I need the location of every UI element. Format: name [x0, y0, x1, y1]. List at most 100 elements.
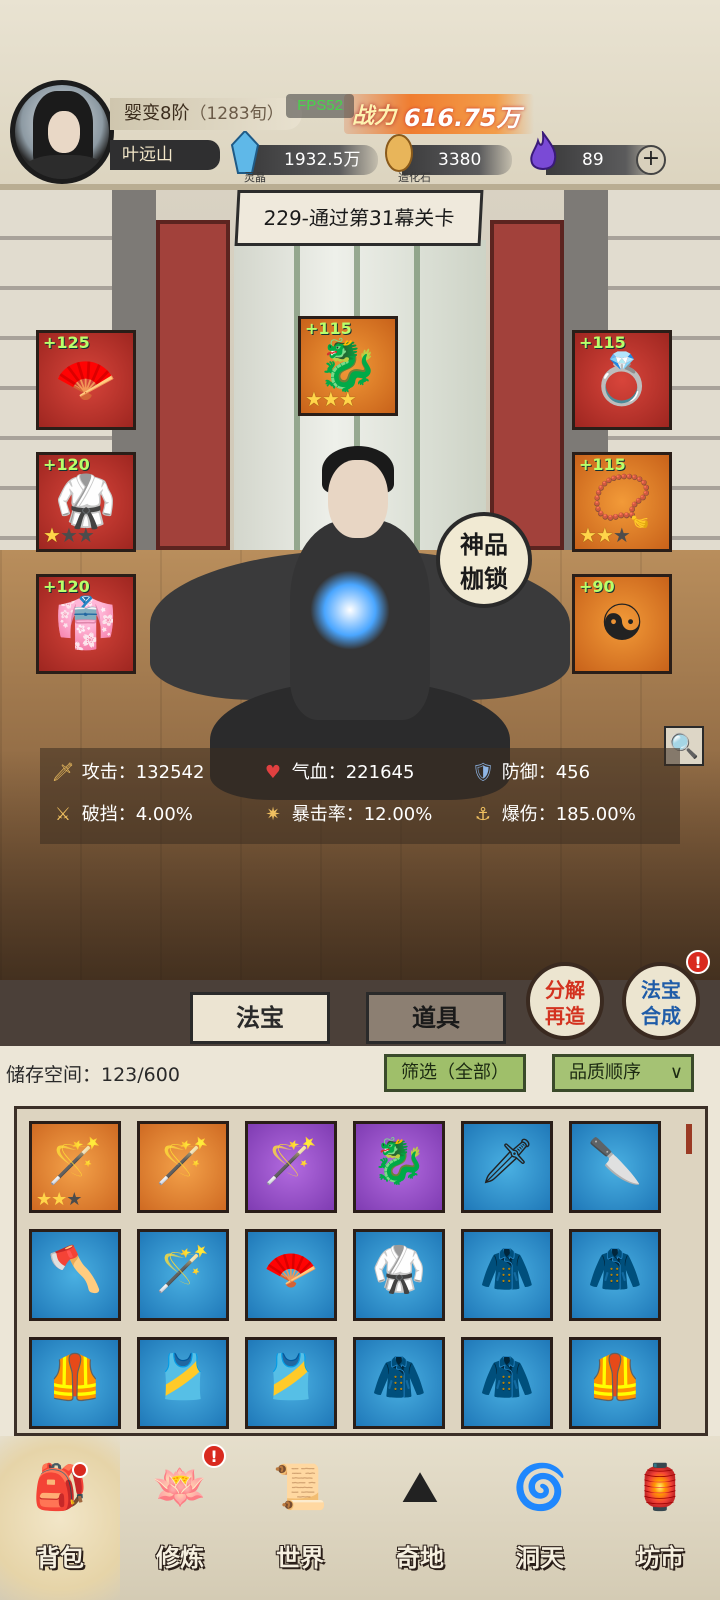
inventory-item[interactable]: 🦺 — [569, 1337, 661, 1429]
stage-progress-banner[interactable]: 229-通过第31幕关卡 — [234, 190, 484, 246]
combat-power-label: 战力 — [352, 104, 397, 129]
market-icon: 🏮 — [632, 1462, 688, 1513]
inventory-item[interactable]: 🧥 — [461, 1337, 553, 1429]
item-icon: 🥋 — [371, 1244, 427, 1295]
add-resource-button[interactable]: + — [636, 145, 666, 175]
inventory-item[interactable]: 🗡 — [461, 1121, 553, 1213]
item-icon: 🧥 — [479, 1244, 535, 1295]
item-icon: 🦺 — [47, 1352, 103, 1403]
equip-slot-robe[interactable]: +120 🥋 ★★★ — [36, 452, 136, 552]
stat-break: ⚔ 破挡：4.00% — [50, 800, 193, 826]
player-avatar[interactable] — [10, 80, 114, 184]
filter-button[interactable]: 筛选（全部） — [384, 1054, 526, 1092]
nav-item-lotus[interactable]: 🪷 修炼! — [120, 1436, 240, 1600]
item-icon: 🔪 — [587, 1136, 643, 1187]
nav-label: 坊市 — [636, 1544, 684, 1572]
inventory-item[interactable]: 🎽 — [137, 1337, 229, 1429]
star-rating: ★★★ — [36, 1189, 82, 1210]
equip-slot-yinyang-ring[interactable]: +90 ☯ — [572, 574, 672, 674]
character-scene: 229-通过第31幕关卡 +125 🪭 +120 🥋 ★★★ +120 👘 +1… — [0, 190, 720, 980]
equip-slot-fan[interactable]: +125 🪭 — [36, 330, 136, 430]
item-icon: 🪄 — [263, 1136, 319, 1187]
tab-bar — [0, 980, 720, 1046]
star-rating: ★★★ — [305, 387, 357, 411]
item-icon: 🧥 — [479, 1352, 535, 1403]
divine-shackle-line2: 枷锁 — [460, 565, 508, 593]
equip-slot-boots[interactable]: +120 👘 — [36, 574, 136, 674]
inventory-item[interactable]: 🧥 — [461, 1229, 553, 1321]
bottom-navigation: 🎒 背包 🪷 修炼! 📜 世界 ⛰ 奇地 🌀 洞天 🏮 坊市 — [0, 1436, 720, 1600]
realm-label: 婴变8阶 — [124, 103, 190, 124]
inventory-item[interactable]: 🪓 — [29, 1229, 121, 1321]
hero-character — [150, 440, 570, 920]
resource-value: 1932.5万 — [284, 150, 361, 170]
combat-power-value: 616.75万 — [404, 104, 521, 132]
resource-caption: 造化石 — [398, 171, 431, 184]
inventory-item[interactable]: 🧥 — [353, 1337, 445, 1429]
inventory-item[interactable]: 🦺 — [29, 1337, 121, 1429]
nav-label: 修炼 — [156, 1544, 204, 1572]
inventory-item[interactable]: 🐉 — [353, 1121, 445, 1213]
stats-panel: 🗡 攻击：132542 ♥ 气血：221645 🛡 防御：456 ⚔ 破挡：4.… — [40, 748, 680, 844]
equip-slot-dragon-talisman[interactable]: +115 🐉 ★★★ — [298, 316, 398, 416]
stat-defense: 🛡 防御：456 — [471, 762, 591, 783]
heart-icon: ♥ — [264, 762, 282, 783]
treasure-synthesis-button[interactable]: 法宝 合成 — [622, 962, 700, 1040]
item-icon: 🪭 — [263, 1244, 319, 1295]
tab-items[interactable]: 道具 — [366, 992, 506, 1044]
item-icon: 🐉 — [371, 1136, 427, 1187]
backpack-icon: 🎒 — [32, 1462, 88, 1513]
inventory-grid: 🪄 ★★★ 🪄 🪄 🐉 🗡 🔪 🪓 🪄 🪭 🥋 🧥 🧥 🦺 🎽 🎽 🧥 🧥 🦺 — [14, 1106, 708, 1436]
nav-item-portal[interactable]: 🌀 洞天 — [480, 1436, 600, 1600]
star-rating: ★★★ — [579, 523, 631, 547]
break-icon: ⚔ — [54, 804, 72, 825]
storage-capacity: 储存空间：123/600 — [6, 1064, 180, 1086]
equip-slot-crown[interactable]: +115 💍 — [572, 330, 672, 430]
notification-badge: ! — [686, 950, 710, 974]
mountain-icon: ⛰ — [401, 1462, 439, 1513]
item-icon: 🪄 — [155, 1244, 211, 1295]
nav-item-scroll-map[interactable]: 📜 世界 — [240, 1436, 360, 1600]
star-rating: ★★★ — [43, 523, 95, 547]
nav-label: 洞天 — [516, 1544, 564, 1572]
item-icon: 🪄 — [47, 1136, 103, 1187]
nav-item-market[interactable]: 🏮 坊市 — [600, 1436, 720, 1600]
inventory-item[interactable]: 🧥 — [569, 1229, 661, 1321]
inventory-item[interactable]: 🪄 — [137, 1229, 229, 1321]
resource-creation-stone: 造化石 3380 — [385, 134, 512, 184]
inventory-scrollbar[interactable] — [686, 1124, 692, 1154]
item-icon: 🦺 — [587, 1352, 643, 1403]
fps-counter: FPS52 — [286, 94, 354, 118]
stat-crit-damage: ⚓ 爆伤：185.00% — [470, 800, 636, 826]
divine-shackle-button[interactable]: 神品 枷锁 — [436, 512, 532, 608]
cultivation-realm: 婴变8阶（1283旬） — [110, 98, 302, 130]
sort-dropdown[interactable]: 品质顺序 ∨ — [552, 1054, 694, 1092]
nav-label: 背包 — [36, 1544, 84, 1572]
inventory-item[interactable]: 🪄 — [245, 1121, 337, 1213]
nav-item-backpack[interactable]: 🎒 背包 — [0, 1436, 120, 1600]
item-icon: 🎽 — [263, 1352, 319, 1403]
stat-attack: 🗡 攻击：132542 — [51, 762, 205, 783]
inventory-item[interactable]: 🪄 — [137, 1121, 229, 1213]
nav-label: 奇地 — [396, 1544, 444, 1572]
inventory-item[interactable]: 🔪 — [569, 1121, 661, 1213]
notification-dot — [72, 1462, 88, 1478]
inventory-item[interactable]: 🪭 — [245, 1229, 337, 1321]
inventory-item[interactable]: 🎽 — [245, 1337, 337, 1429]
item-icon: 🎽 — [155, 1352, 211, 1403]
tab-treasure[interactable]: 法宝 — [190, 992, 330, 1044]
fan-icon: 🪭 — [54, 350, 118, 408]
spirit-flame-icon — [530, 131, 557, 170]
equip-slot-necklace[interactable]: +115 📿 ★★★ — [572, 452, 672, 552]
player-name: 叶远山 — [110, 140, 220, 170]
item-icon: 🪓 — [47, 1244, 103, 1295]
resource-spirit-crystal: 灵晶 1932.5万 — [230, 131, 378, 184]
decompose-button[interactable]: 分解 再造 — [526, 962, 604, 1040]
scroll-map-icon: 📜 — [272, 1462, 328, 1513]
inventory-item[interactable]: 🥋 — [353, 1229, 445, 1321]
item-icon: 🗡 — [479, 1136, 535, 1187]
nav-item-mountain[interactable]: ⛰ 奇地 — [360, 1436, 480, 1600]
resource-value: 3380 — [438, 150, 482, 170]
player-age: （1283旬） — [189, 104, 284, 124]
inventory-item[interactable]: 🪄 ★★★ — [29, 1121, 121, 1213]
